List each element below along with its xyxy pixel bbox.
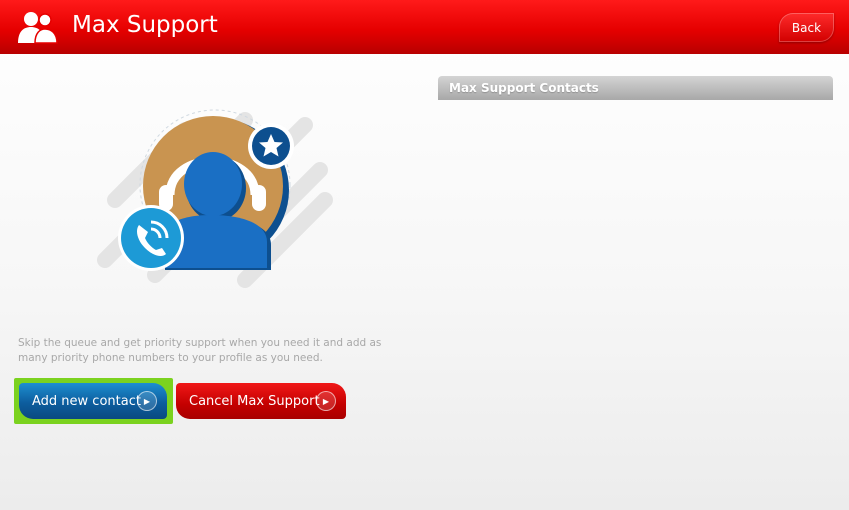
chevron-right-icon: ▶ [316,391,336,411]
users-icon [18,12,58,44]
page-title: Max Support [72,12,218,38]
add-new-contact-label: Add new contact [32,393,141,409]
chevron-right-icon: ▶ [137,391,157,411]
app-header: Max Support Back [0,0,849,54]
cancel-max-support-label: Cancel Max Support [189,393,320,409]
back-button[interactable]: Back [779,13,834,42]
add-new-contact-button[interactable]: Add new contact ▶ [19,383,167,419]
support-agent-headset-icon [97,109,333,288]
cancel-max-support-button[interactable]: Cancel Max Support ▶ [176,383,346,419]
max-support-description: Skip the queue and get priority support … [18,337,382,364]
max-support-contacts-header: Max Support Contacts [438,76,833,100]
